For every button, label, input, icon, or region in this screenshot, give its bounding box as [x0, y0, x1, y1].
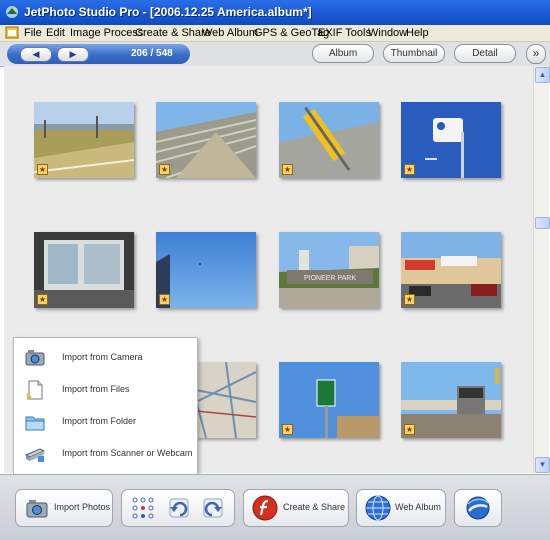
import-photos-button[interactable]: Import Photos — [15, 489, 113, 527]
web-album-button[interactable]: Web Album — [356, 489, 446, 527]
expand-button[interactable]: » — [526, 44, 546, 64]
star-icon[interactable]: ★ — [37, 294, 48, 305]
photo-thumbnail[interactable]: ★ — [279, 102, 379, 178]
rotate-left-icon[interactable] — [166, 495, 192, 521]
camera-icon — [25, 350, 45, 366]
star-icon[interactable]: ★ — [404, 424, 415, 435]
import-photos-icon — [26, 500, 48, 518]
scanner-icon — [24, 448, 46, 462]
pioneer-park-photo: PIONEER PARK — [279, 232, 379, 308]
blue-sky-photo — [156, 232, 256, 308]
import-from-scanner-label: Import from Scanner or Webcam — [62, 448, 193, 458]
stadium-bleachers-photo — [156, 102, 256, 178]
menu-exif-tools[interactable]: EXIF Tools — [318, 27, 371, 39]
photo-thumbnail[interactable]: ★ — [34, 232, 134, 308]
import-from-folder-item[interactable]: Import from Folder — [14, 406, 197, 436]
title-bar[interactable]: JetPhoto Studio Pro - [2006.12.25 Americ… — [0, 0, 550, 25]
rotate-right-icon[interactable] — [200, 495, 226, 521]
scroll-down-button[interactable]: ▼ — [535, 457, 550, 473]
create-share-button[interactable]: Create & Share — [243, 489, 349, 527]
scroll-thumb[interactable] — [535, 217, 550, 229]
yellow-sign-photo — [279, 102, 379, 178]
photo-thumbnail[interactable]: PIONEER PARK — [279, 232, 379, 308]
photo-thumbnail[interactable]: ★ — [401, 362, 501, 438]
star-icon[interactable]: ★ — [404, 294, 415, 305]
import-photos-label: Import Photos — [54, 502, 111, 512]
thumbnail-view-button[interactable]: Thumbnail — [383, 44, 445, 63]
internet-explorer-button[interactable] — [454, 489, 502, 527]
menu-edit[interactable]: Edit — [46, 27, 65, 39]
photo-thumbnail[interactable]: ★ — [401, 102, 501, 178]
toolbar: ◀ ▶ 206 / 548 Album Thumbnail Detail » — [0, 42, 550, 67]
menu-help[interactable]: Help — [406, 27, 429, 39]
menu-image-process[interactable]: Image Process — [70, 27, 143, 39]
detail-view-button[interactable]: Detail — [454, 44, 516, 63]
gas-station-photo — [401, 232, 501, 308]
web-album-label: Web Album — [395, 502, 441, 512]
import-from-files-label: Import from Files — [62, 384, 130, 394]
globe-icon — [365, 495, 391, 521]
import-from-camera-item[interactable]: Import from Camera — [14, 342, 197, 372]
import-from-folder-label: Import from Folder — [62, 416, 137, 426]
create-share-label: Create & Share — [283, 502, 346, 512]
import-from-scanner-item[interactable]: Import from Scanner or Webcam — [14, 438, 197, 468]
menu-window[interactable]: Window — [368, 27, 407, 39]
train-station-photo — [401, 362, 501, 438]
scroll-up-button[interactable]: ▲ — [535, 67, 550, 83]
menu-file[interactable]: File — [24, 27, 42, 39]
photo-thumbnail[interactable]: ★ — [34, 102, 134, 178]
app-icon — [6, 6, 18, 18]
photo-thumbnail[interactable]: ★ — [279, 362, 379, 438]
sports-field-photo — [34, 102, 134, 178]
photo-thumbnail[interactable]: ★ — [156, 232, 256, 308]
import-menu: Import from Camera Import from Files Imp… — [13, 337, 198, 479]
star-icon[interactable]: ★ — [282, 164, 293, 175]
album-view-button[interactable]: Album — [312, 44, 374, 63]
star-icon[interactable]: ★ — [159, 164, 170, 175]
photo-thumbnail[interactable]: ★ — [401, 232, 501, 308]
folder-icon — [25, 416, 45, 431]
transit-sign-photo — [401, 102, 501, 178]
star-icon[interactable]: ★ — [282, 424, 293, 435]
page-counter: 206 / 548 — [131, 48, 173, 59]
star-icon[interactable]: ★ — [159, 294, 170, 305]
import-from-files-item[interactable]: Import from Files — [14, 374, 197, 404]
import-from-camera-label: Import from Camera — [62, 352, 143, 362]
star-icon[interactable]: ★ — [404, 164, 415, 175]
navigation-bar: ◀ ▶ 206 / 548 — [7, 44, 190, 64]
menu-create-share[interactable]: Create & Share — [135, 27, 211, 39]
pioneer-park-sign: PIONEER PARK — [304, 275, 356, 282]
star-icon[interactable]: ★ — [37, 164, 48, 175]
arrow-right-icon: ▶ — [69, 49, 77, 59]
menu-web-album[interactable]: Web Album — [202, 27, 258, 39]
photo-thumbnail[interactable]: ★ — [156, 102, 256, 178]
menu-bar: File Edit Image Process Create & Share W… — [0, 25, 550, 42]
bottom-toolbar: Import Photos Create & Share Web Album — [0, 474, 550, 540]
flash-icon — [252, 495, 278, 521]
select-grid-icon[interactable] — [130, 495, 156, 521]
highway-sign-photo — [279, 362, 379, 438]
arrow-left-icon: ◀ — [32, 49, 40, 59]
file-icon — [27, 380, 43, 400]
vertical-scrollbar[interactable]: ▲ ▼ — [533, 66, 550, 473]
train-interior-photo — [34, 232, 134, 308]
double-chevron-right-icon: » — [532, 46, 540, 60]
edit-tools-group — [121, 489, 235, 527]
next-button[interactable]: ▶ — [57, 47, 89, 62]
previous-button[interactable]: ◀ — [20, 47, 52, 62]
browser-icon — [466, 496, 490, 520]
document-icon[interactable] — [5, 26, 19, 39]
window-title: JetPhoto Studio Pro - [2006.12.25 Americ… — [24, 5, 312, 19]
